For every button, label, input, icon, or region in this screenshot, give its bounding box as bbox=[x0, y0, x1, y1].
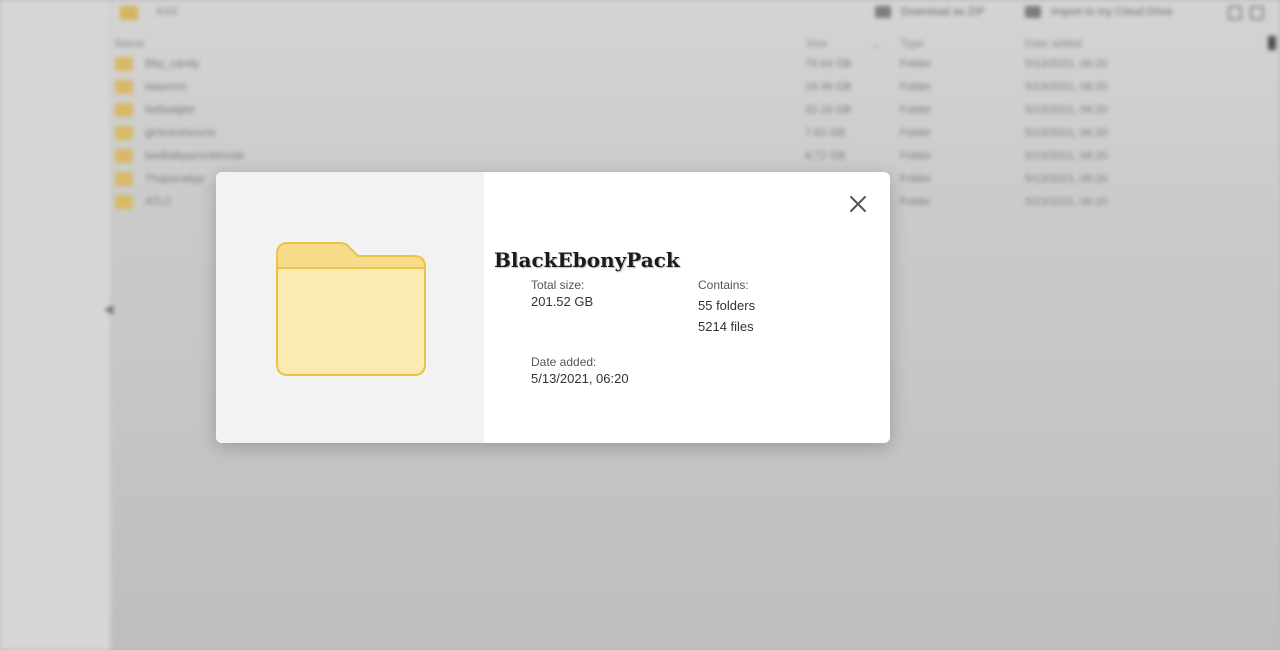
folder-preview-panel bbox=[216, 172, 484, 443]
total-size-label: Total size: bbox=[531, 278, 585, 292]
files-count: 5214 files bbox=[698, 319, 754, 334]
total-size-value: 201.52 GB bbox=[531, 294, 594, 309]
close-icon[interactable] bbox=[848, 194, 868, 214]
folder-icon bbox=[276, 242, 426, 376]
date-added-label: Date added: bbox=[531, 355, 597, 369]
folder-info-dialog: BlackEbonyPack Total size: 201.52 GB Con… bbox=[216, 172, 890, 443]
date-added-value: 5/13/2021, 06:20 bbox=[531, 371, 629, 386]
folders-count: 55 folders bbox=[698, 298, 756, 313]
folder-title: BlackEbonyPack bbox=[494, 248, 680, 272]
contains-label: Contains: bbox=[698, 278, 749, 292]
